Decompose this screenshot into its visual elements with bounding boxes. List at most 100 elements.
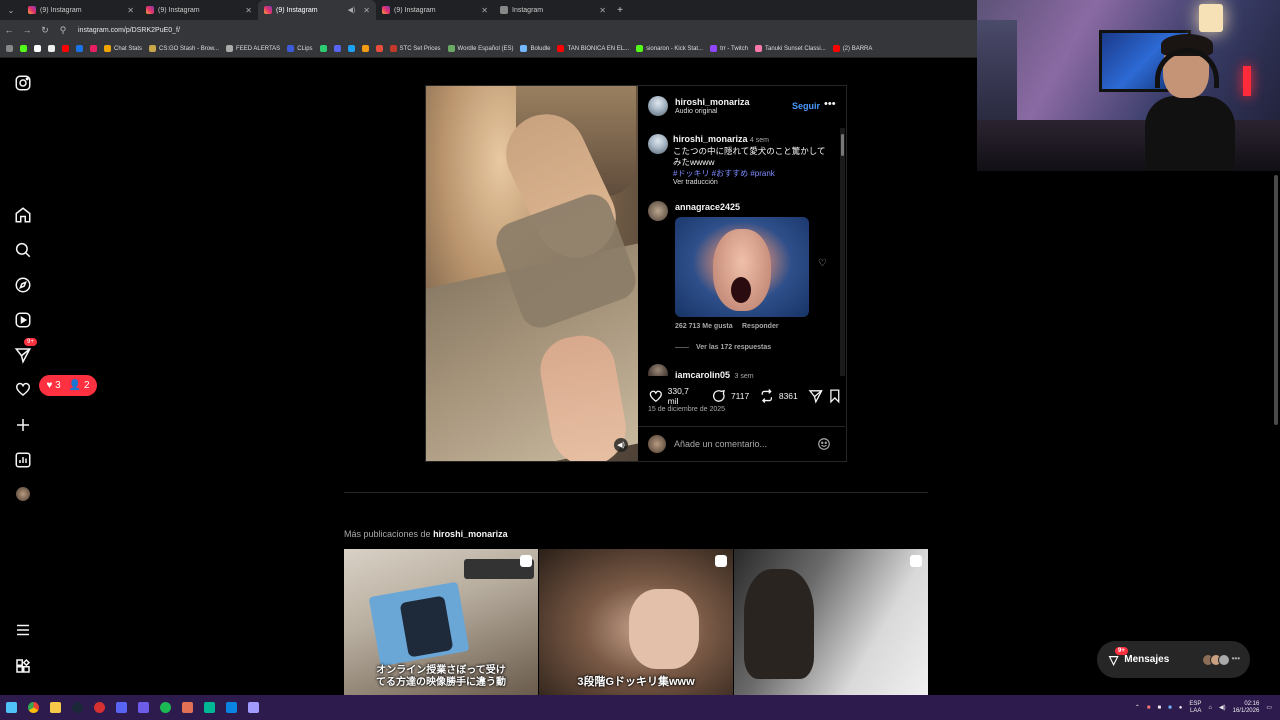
bookmark-stc-set-prices[interactable]: STC Set Prices xyxy=(389,45,441,52)
bookmark-icon[interactable] xyxy=(48,45,55,52)
bookmark-icon[interactable] xyxy=(319,45,327,52)
site-info-icon[interactable]: ⚲ xyxy=(54,25,72,36)
caption-hashtags[interactable]: #ドッキリ #おすすめ #prank xyxy=(673,168,833,179)
bookmark-icon[interactable] xyxy=(90,45,97,52)
network-icon[interactable]: ⌂ xyxy=(1208,705,1212,711)
messages-floating-button[interactable]: ▽ 9+ Mensajes ••• xyxy=(1097,641,1250,678)
tray-expand-icon[interactable]: ⌃ xyxy=(1135,704,1140,711)
bookmark-feed-alertas[interactable]: FEED ALERTAS xyxy=(226,45,280,52)
app-icon[interactable] xyxy=(132,695,154,720)
clock[interactable]: 02:16 16/1/2026 xyxy=(1233,701,1260,715)
audio-label[interactable]: Audio original xyxy=(675,108,717,115)
comment-bubble-icon[interactable] xyxy=(711,388,727,404)
follow-button[interactable]: Seguir xyxy=(792,101,820,111)
more-post-thumbnail[interactable] xyxy=(734,549,928,695)
bookmark-icon[interactable] xyxy=(347,45,355,52)
close-tab-icon[interactable]: ✕ xyxy=(127,6,134,15)
search-icon[interactable] xyxy=(12,239,34,261)
bookmark-icon[interactable] xyxy=(375,45,383,52)
browser-tab[interactable]: (9) Instagram ✕ xyxy=(376,0,494,20)
explore-icon[interactable] xyxy=(12,274,34,296)
browser-tab[interactable]: (9) Instagram ✕ xyxy=(22,0,140,20)
notifications-icon[interactable]: ▭ xyxy=(1266,704,1272,711)
bookmark-wordle[interactable]: Wordle Español (ES) xyxy=(447,45,513,52)
more-options-icon[interactable]: ••• xyxy=(824,98,836,110)
like-comment-icon[interactable]: ♡ xyxy=(818,258,827,269)
commenter-avatar[interactable] xyxy=(648,201,668,221)
comment-username[interactable]: iamcarolin05 xyxy=(675,370,730,380)
app-icon[interactable] xyxy=(176,695,198,720)
view-replies-button[interactable]: Ver las 172 respuestas xyxy=(696,344,771,351)
tray-app-icon[interactable]: ■ xyxy=(1168,705,1172,711)
bookmark-clips[interactable]: CLips xyxy=(287,45,313,52)
bookmark-kick-stats[interactable]: sionaron - Kick Stat... xyxy=(636,45,703,52)
spotify-icon[interactable] xyxy=(154,695,176,720)
dashboard-icon[interactable] xyxy=(12,449,34,471)
new-tab-icon[interactable]: + xyxy=(612,5,628,16)
comment-input[interactable]: Añade un comentario... xyxy=(674,439,809,449)
apps-grid-icon[interactable] xyxy=(12,655,34,677)
app-icon[interactable] xyxy=(198,695,220,720)
bookmark-icon[interactable] xyxy=(62,45,69,52)
app-icon[interactable] xyxy=(220,695,242,720)
more-post-thumbnail[interactable]: オンライン授業さぼって受け てる方達の映像勝手に違う動 xyxy=(344,549,538,695)
browser-tab-active[interactable]: (9) Instagram ◀) ✕ xyxy=(258,0,376,20)
share-icon[interactable] xyxy=(808,388,824,404)
notifications-heart-icon[interactable] xyxy=(12,378,34,400)
bookmark-twitch[interactable]: trr - Twitch xyxy=(710,45,748,52)
more-posts-username[interactable]: hiroshi_monariza xyxy=(433,529,508,539)
forward-icon[interactable]: → xyxy=(18,25,36,35)
profile-avatar[interactable] xyxy=(12,483,34,505)
save-bookmark-icon[interactable] xyxy=(827,388,843,404)
browser-tab[interactable]: Instagram ✕ xyxy=(494,0,612,20)
chrome-icon[interactable] xyxy=(22,695,44,720)
apps-icon[interactable] xyxy=(6,45,13,52)
activity-notification-pill[interactable]: ♥ 3 👤 2 xyxy=(39,375,97,396)
bookmark-icon[interactable] xyxy=(333,45,341,52)
tray-app-icon[interactable]: ■ xyxy=(1157,705,1161,711)
speaker-icon[interactable]: ◀) xyxy=(348,6,356,14)
reels-icon[interactable] xyxy=(12,309,34,331)
bookmark-tanuki[interactable]: Tanuki Sunset Classi... xyxy=(754,45,826,52)
comment-likes[interactable]: 262 713 Me gusta xyxy=(675,323,733,330)
bookmark-icon[interactable] xyxy=(361,45,369,52)
steam-icon[interactable] xyxy=(66,695,88,720)
author-username[interactable]: hiroshi_monariza xyxy=(675,97,750,107)
close-tab-icon[interactable]: ✕ xyxy=(481,6,488,15)
instagram-logo-icon[interactable] xyxy=(12,72,34,94)
close-tab-icon[interactable]: ✕ xyxy=(599,6,606,15)
commenter-avatar[interactable] xyxy=(648,364,668,376)
create-icon[interactable] xyxy=(12,414,34,436)
close-tab-icon[interactable]: ✕ xyxy=(245,6,252,15)
comments-count[interactable]: 7117 xyxy=(731,391,749,401)
repost-icon[interactable] xyxy=(759,388,775,404)
file-explorer-icon[interactable] xyxy=(44,695,66,720)
language-indicator[interactable]: ESP LAA xyxy=(1189,701,1201,715)
comment-username[interactable]: annagrace2425 xyxy=(675,202,740,212)
bookmark-icon[interactable] xyxy=(76,45,83,52)
messages-icon[interactable]: 9+ xyxy=(12,338,37,366)
comments-scrollbar[interactable] xyxy=(840,128,845,376)
app-icon[interactable] xyxy=(88,695,110,720)
close-tab-icon[interactable]: ✕ xyxy=(363,6,370,15)
like-heart-icon[interactable] xyxy=(648,388,664,404)
back-icon[interactable]: ← xyxy=(0,25,18,35)
bookmark-csgo-stash[interactable]: CS:GO Stash - Brow... xyxy=(149,45,219,52)
url-field[interactable]: instagram.com/p/DSRK2PuE0_f/ xyxy=(78,27,180,34)
bookmark-chat-stats[interactable]: Chat Stats xyxy=(104,45,142,52)
more-post-thumbnail[interactable]: 3段階Gドッキリ集www xyxy=(539,549,733,695)
bookmark-icon[interactable] xyxy=(20,45,27,52)
bookmark-tan-bionica[interactable]: TAN BIONICA EN EL... xyxy=(557,45,629,52)
bookmark-barra[interactable]: (2) BARRA xyxy=(832,45,872,52)
caption-avatar[interactable] xyxy=(648,134,668,154)
mute-toggle-icon[interactable]: ◀) xyxy=(614,438,628,452)
microphone-icon[interactable]: ● xyxy=(1179,705,1183,711)
tab-search-icon[interactable]: ⌄ xyxy=(0,6,22,15)
home-icon[interactable] xyxy=(12,204,34,226)
translate-link[interactable]: Ver traducción xyxy=(673,179,833,186)
app-icon[interactable] xyxy=(242,695,264,720)
likes-count[interactable]: 330,7 mil xyxy=(668,386,702,406)
tray-app-icon[interactable]: ■ xyxy=(1147,705,1151,711)
page-scrollbar[interactable] xyxy=(1272,171,1280,695)
browser-tab[interactable]: (9) Instagram ✕ xyxy=(140,0,258,20)
